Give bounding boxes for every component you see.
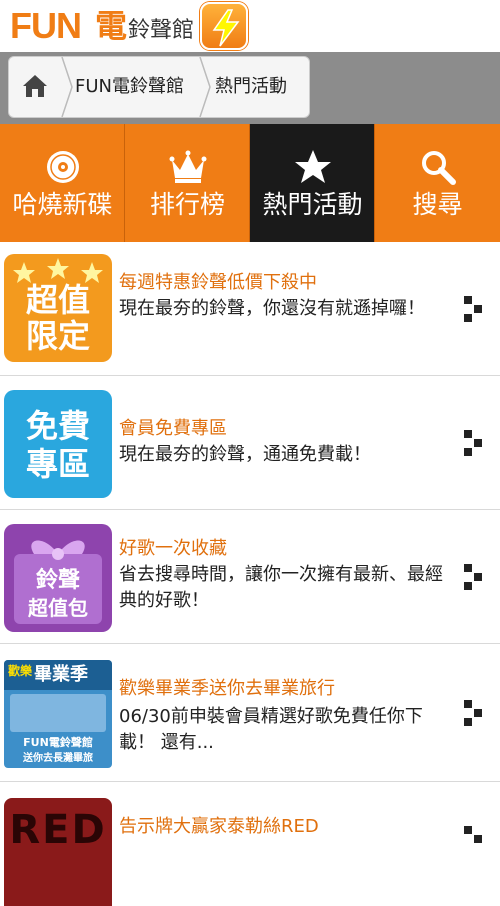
breadcrumb-separator-icon xyxy=(199,57,211,117)
promo-thumbnail: 免費 專區 xyxy=(4,390,112,498)
thumb-text: 超值包 xyxy=(28,596,88,620)
breadcrumb-item-home-site[interactable]: FUN電鈴聲館 xyxy=(75,75,184,99)
tab-hot-events[interactable]: 熱門活動 xyxy=(250,124,375,242)
list-item[interactable]: 超值 限定 每週特惠鈴聲低價下殺中 現在最夯的鈴聲，你還沒有就遜掉囉！ xyxy=(0,242,500,376)
breadcrumb-separator-icon xyxy=(61,57,73,117)
thumb-text: 超值 xyxy=(25,281,90,319)
list-item[interactable]: RED 告示牌大贏家泰勒絲RED xyxy=(0,782,500,906)
search-icon xyxy=(422,151,456,185)
thumb-text: 送你去長灘畢旅 xyxy=(23,753,93,764)
tab-search[interactable]: 搜尋 xyxy=(375,124,500,242)
disc-icon xyxy=(47,151,79,183)
promo-thumbnail: 鈴聲 超值包 xyxy=(4,524,112,632)
chevron-right-icon xyxy=(464,296,482,322)
breadcrumb-bar: FUN電鈴聲館 熱門活動 xyxy=(0,52,500,124)
thumb-text: FUN電鈴聲館 xyxy=(23,736,93,749)
tab-label: 哈燒新碟 xyxy=(12,190,113,219)
tab-label: 熱門活動 xyxy=(262,190,363,219)
breadcrumb-item-current: 熱門活動 xyxy=(215,76,287,97)
item-description: 現在最夯的鈴聲，你還沒有就遜掉囉！ xyxy=(119,298,425,319)
item-description: 現在最夯的鈴聲，通通免費載！ xyxy=(119,444,371,465)
home-icon[interactable] xyxy=(9,57,61,117)
promo-thumbnail: 超值 限定 xyxy=(4,254,112,362)
promo-thumbnail: 歡樂 畢業季 FUN電鈴聲館 送你去長灘畢旅 xyxy=(4,660,112,768)
tab-label: 排行榜 xyxy=(149,190,225,219)
chevron-right-icon xyxy=(464,564,482,590)
chevron-right-icon xyxy=(464,430,482,456)
list-item[interactable]: 免費 專區 會員免費專區 現在最夯的鈴聲，通通免費載！ xyxy=(0,376,500,510)
logo-fun-text: FUN xyxy=(10,5,82,46)
breadcrumb: FUN電鈴聲館 熱門活動 xyxy=(8,56,310,118)
tab-label: 搜尋 xyxy=(412,190,463,219)
star-icon xyxy=(295,150,331,183)
list-item[interactable]: 鈴聲 超值包 好歌一次收藏 省去搜尋時間，讓你一次擁有最新、最經典的好歌！ xyxy=(0,510,500,644)
app-header: FUN 電 鈴聲館 xyxy=(0,0,500,52)
promo-thumbnail: RED xyxy=(4,798,112,906)
thumb-text: 專區 xyxy=(25,445,90,483)
list-item[interactable]: 歡樂 畢業季 FUN電鈴聲館 送你去長灘畢旅 歡樂畢業季送你去畢業旅行 06/3… xyxy=(0,644,500,782)
item-title: 告示牌大贏家泰勒絲RED xyxy=(119,816,319,837)
lightning-logo-icon xyxy=(200,2,248,50)
item-description: 省去搜尋時間，讓你一次擁有最新、最經典的好歌！ xyxy=(119,564,443,611)
logo-name-text: 鈴聲館 xyxy=(128,18,195,43)
thumb-text: 限定 xyxy=(25,317,90,355)
thumb-text: 歡樂 xyxy=(8,664,33,678)
item-title: 每週特惠鈴聲低價下殺中 xyxy=(119,272,317,293)
thumb-text: RED xyxy=(9,807,107,853)
tab-new-albums[interactable]: 哈燒新碟 xyxy=(0,124,125,242)
chevron-right-icon xyxy=(464,700,482,726)
item-title: 會員免費專區 xyxy=(119,418,227,439)
thumb-text: 鈴聲 xyxy=(35,568,80,593)
item-title: 歡樂畢業季送你去畢業旅行 xyxy=(119,678,335,699)
logo-den-text: 電 xyxy=(95,7,128,45)
chevron-right-icon xyxy=(464,826,482,843)
tab-charts[interactable]: 排行榜 xyxy=(125,124,250,242)
crown-icon xyxy=(169,150,207,183)
main-nav: 哈燒新碟 排行榜 熱門活動 搜尋 xyxy=(0,124,500,242)
item-description: 06/30前申裝會員精選好歌免費任你下載！ 還有... xyxy=(119,706,423,753)
item-title: 好歌一次收藏 xyxy=(119,538,227,559)
thumb-text: 畢業季 xyxy=(34,664,88,685)
thumb-text: 免費 xyxy=(25,407,90,445)
